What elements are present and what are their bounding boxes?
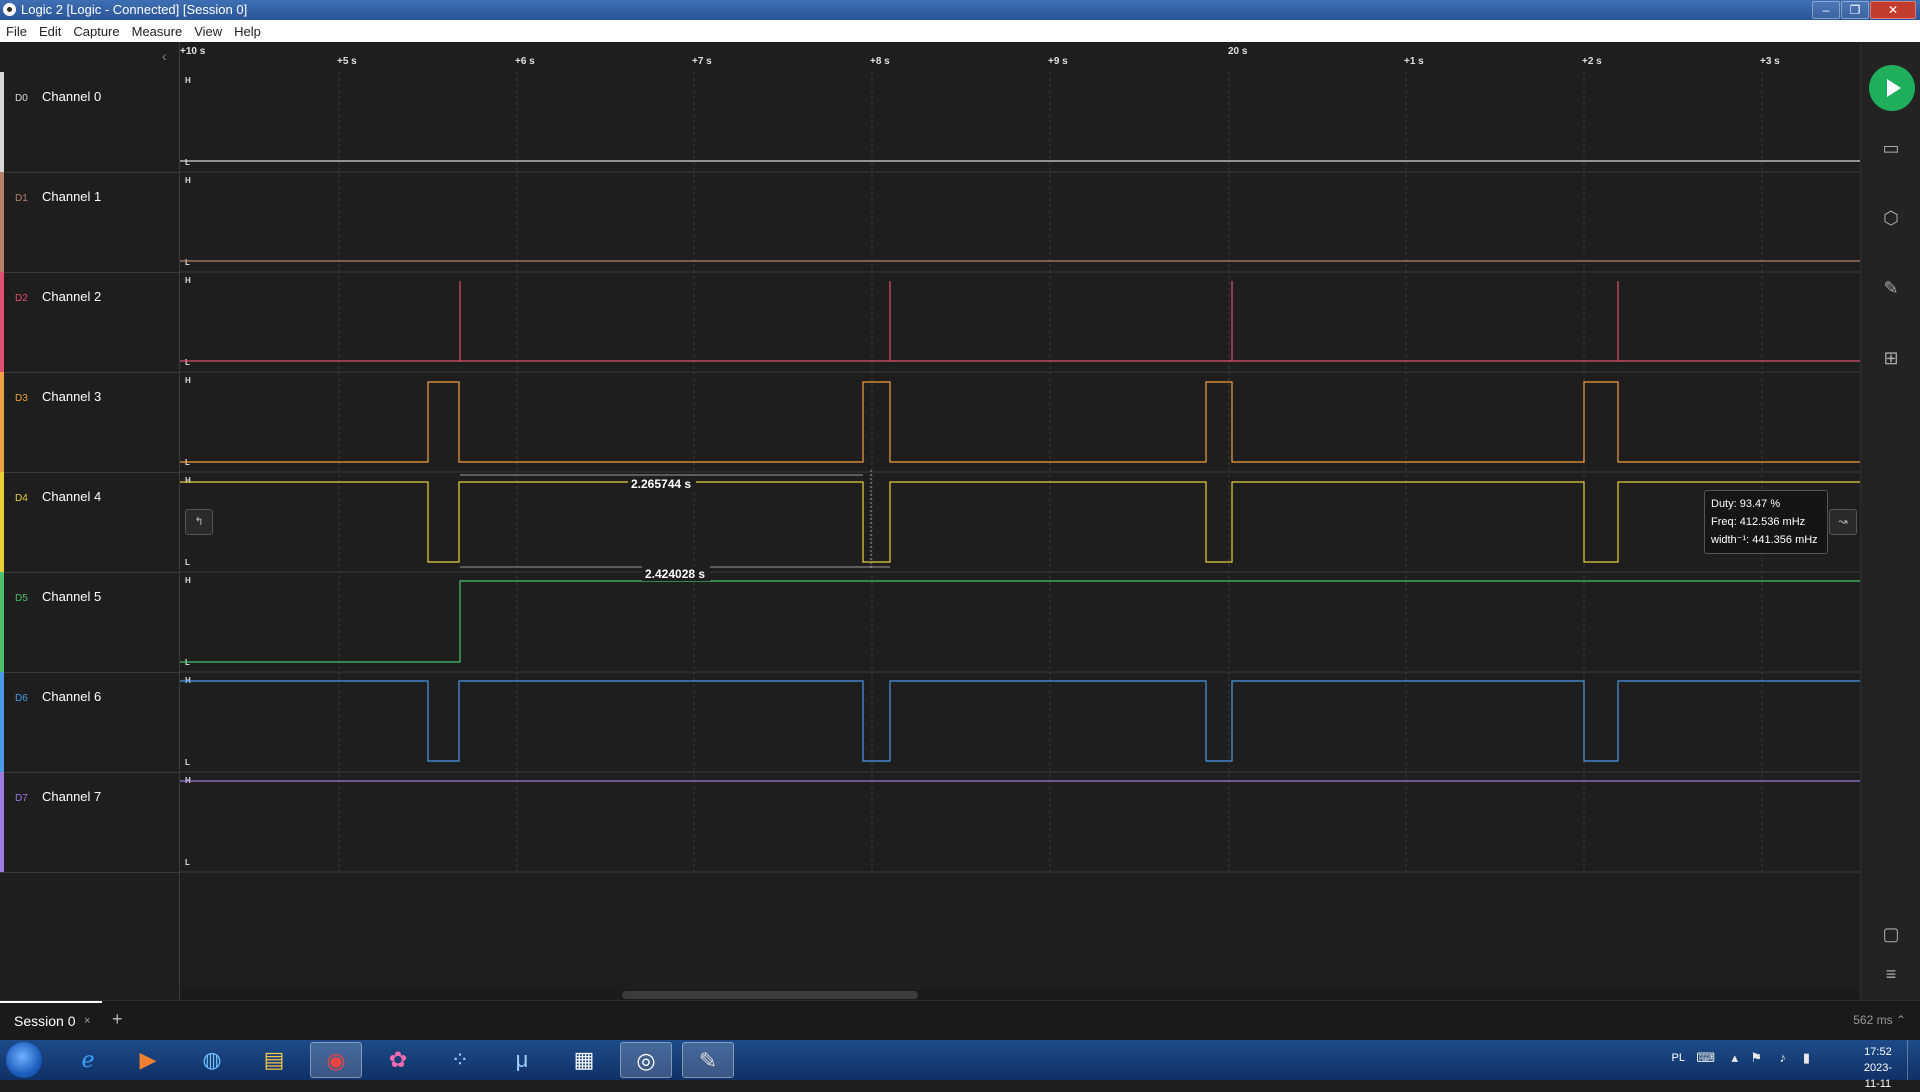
analyzers-icon[interactable]: ⬡	[1875, 204, 1907, 232]
channel-5-waveform	[180, 580, 1860, 663]
level-low-marker: L	[185, 858, 190, 867]
level-low-marker: L	[185, 558, 190, 567]
measurements-icon[interactable]: ✎	[1875, 274, 1907, 302]
file-explorer-icon[interactable]: ▤	[248, 1042, 300, 1078]
period-measure-1: 2.265744 s	[631, 477, 691, 491]
capture-duration-status[interactable]: 562 ms ⌃	[1853, 1013, 1906, 1027]
level-high-marker: H	[185, 276, 191, 285]
session-tab-bar: Session 0 × + 562 ms ⌃	[0, 1000, 1920, 1041]
browser-icon[interactable]: ◍	[186, 1042, 238, 1078]
row-separators	[180, 171, 1860, 873]
mu-editor-icon[interactable]: μ	[496, 1042, 548, 1078]
edge-trigger-icon[interactable]: ↰	[185, 509, 213, 535]
horizontal-scrollbar[interactable]	[180, 990, 1860, 1000]
start-capture-button[interactable]	[1869, 65, 1915, 111]
volume-icon[interactable]: ♪	[1780, 1050, 1787, 1065]
waveform-view[interactable]: H L H L H L H L H L H L H L H L 2.265744…	[0, 0, 1920, 1080]
right-toolbar: ▭ ⬡ ✎ ⊞ ▢ ≡	[1860, 42, 1920, 1000]
session-tab-label: Session 0	[14, 1013, 76, 1029]
device-settings-icon[interactable]: ▭	[1875, 134, 1907, 162]
channel-6-waveform	[180, 680, 1860, 762]
duty-readout: Duty: 93.47 %	[1711, 498, 1781, 510]
start-button[interactable]	[6, 1042, 42, 1078]
menu-icon[interactable]: ≡	[1875, 960, 1907, 988]
level-high-marker: H	[185, 576, 191, 585]
clock-time: 17:52	[1864, 1046, 1892, 1058]
tab-session-0[interactable]: Session 0 ×	[0, 1001, 102, 1041]
horizontal-scrollbar-thumb[interactable]	[622, 991, 918, 999]
arduino-icon[interactable]: ⁘	[434, 1042, 486, 1078]
channel-3-waveform	[180, 381, 1860, 463]
level-low-marker: L	[185, 258, 190, 267]
logic-2-taskbar-icon[interactable]: ◎	[620, 1042, 672, 1078]
video-player-icon[interactable]: ▦	[558, 1042, 610, 1078]
level-high-marker: H	[185, 476, 191, 485]
level-low-marker: L	[185, 358, 190, 367]
channel-4-waveform	[180, 481, 1860, 563]
clock[interactable]: 17:52 2023-11-11	[1864, 1044, 1892, 1092]
channel-2-waveform	[180, 281, 1860, 362]
paint-app-icon[interactable]: ✿	[372, 1042, 424, 1078]
edge-trigger-icon[interactable]: ↝	[1829, 509, 1857, 535]
keyboard-icon[interactable]: ⌨	[1696, 1050, 1715, 1066]
windows-taskbar: ℯ ▶ ◍ ▤ ◉ ✿ ⁘ μ ▦ ◎ ✎ PL ⌨ ▴ ⚑ ♪ ▮ 17:52…	[0, 1040, 1920, 1090]
show-hidden-icons[interactable]: ▴	[1731, 1050, 1738, 1066]
network-icon[interactable]: ▮	[1803, 1050, 1810, 1066]
period-measure-2: 2.424028 s	[645, 567, 705, 581]
paint-palette-icon[interactable]: ✎	[682, 1042, 734, 1078]
level-low-marker: L	[185, 158, 190, 167]
frequency-readout: Freq: 412.536 mHz	[1711, 516, 1806, 528]
feedback-icon[interactable]: ▢	[1875, 920, 1907, 948]
level-high-marker: H	[185, 376, 191, 385]
width-readout: width⁻¹: 441.356 mHz	[1711, 534, 1818, 546]
show-desktop-button[interactable]	[1907, 1040, 1920, 1080]
media-player-icon[interactable]: ▶	[122, 1042, 174, 1078]
measurement-tooltip: Duty: 93.47 % Freq: 412.536 mHz width⁻¹:…	[1704, 490, 1828, 554]
level-high-marker: H	[185, 76, 191, 85]
language-indicator[interactable]: PL	[1672, 1052, 1685, 1064]
add-session-button[interactable]: +	[112, 1009, 123, 1030]
chrome-icon[interactable]: ◉	[310, 1042, 362, 1078]
level-low-marker: L	[185, 758, 190, 767]
internet-explorer-icon[interactable]: ℯ	[62, 1042, 114, 1078]
extensions-icon[interactable]: ⊞	[1875, 344, 1907, 372]
close-tab-icon[interactable]: ×	[84, 1015, 90, 1027]
level-high-marker: H	[185, 176, 191, 185]
clock-date: 2023-11-11	[1863, 1062, 1892, 1090]
action-center-flag-icon[interactable]: ⚑	[1750, 1050, 1762, 1066]
